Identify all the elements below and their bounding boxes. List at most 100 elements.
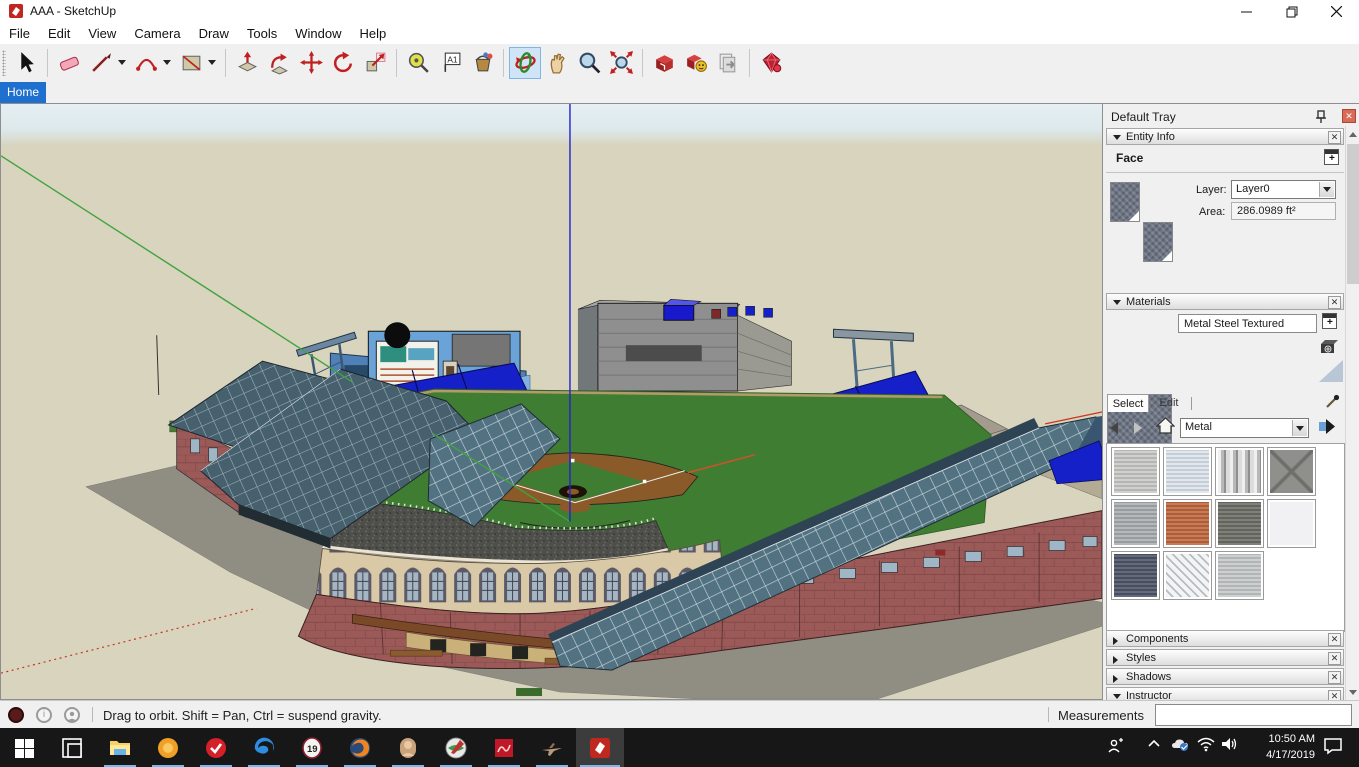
wifi-icon[interactable] — [1196, 736, 1216, 752]
extension-warehouse-button[interactable] — [755, 47, 787, 79]
line-dropdown-caret[interactable] — [118, 60, 126, 65]
rectangle-dropdown-caret[interactable] — [208, 60, 216, 65]
tape-measure-tool-button[interactable] — [402, 47, 434, 79]
taskbar-clock[interactable]: 10:50 AM 4/17/2019 — [1243, 731, 1315, 763]
line-tool-button[interactable] — [85, 47, 117, 79]
pan-tool-button[interactable] — [541, 47, 573, 79]
tray-chevron-icon[interactable] — [1146, 736, 1162, 752]
forward-arrow-icon[interactable] — [1134, 422, 1142, 434]
taskbar-app-globe-paint[interactable] — [432, 728, 480, 767]
layer-dropdown[interactable]: Layer0 — [1231, 180, 1336, 199]
collection-dropdown-arrow[interactable] — [1292, 420, 1307, 436]
task-view-button[interactable] — [48, 728, 96, 767]
scale-tool-button[interactable] — [359, 47, 391, 79]
send-to-layout-button[interactable] — [712, 47, 744, 79]
tab-edit[interactable]: Edit — [1151, 394, 1187, 412]
entity-info-close-button[interactable]: ✕ — [1328, 131, 1341, 144]
material-swatch[interactable] — [1215, 499, 1264, 548]
minimize-button[interactable] — [1224, 0, 1269, 23]
details-toggle-icon[interactable] — [1324, 149, 1339, 165]
styles-header[interactable]: Styles ✕ — [1106, 649, 1344, 666]
arc-dropdown-caret[interactable] — [163, 60, 171, 65]
materials-header[interactable]: Materials ✕ — [1106, 293, 1344, 310]
back-face-material-swatch[interactable] — [1143, 222, 1173, 262]
back-arrow-icon[interactable] — [1110, 422, 1118, 434]
start-button[interactable] — [0, 728, 48, 767]
menu-edit[interactable]: Edit — [39, 24, 79, 43]
arc-tool-button[interactable] — [130, 47, 162, 79]
rectangle-tool-button[interactable] — [175, 47, 207, 79]
toolbar-grip[interactable] — [2, 50, 6, 76]
front-face-material-swatch[interactable] — [1110, 182, 1140, 222]
orbit-tool-button[interactable] — [509, 47, 541, 79]
collection-dropdown[interactable]: Metal — [1180, 418, 1309, 438]
material-swatch[interactable] — [1111, 499, 1160, 548]
eraser-tool-button[interactable] — [53, 47, 85, 79]
menu-camera[interactable]: Camera — [125, 24, 189, 43]
create-material-icon[interactable] — [1322, 313, 1337, 329]
menu-tools[interactable]: Tools — [238, 24, 286, 43]
menu-help[interactable]: Help — [351, 24, 396, 43]
account-icon[interactable] — [64, 707, 80, 723]
taskbar-file-explorer[interactable] — [96, 728, 144, 767]
components-close-button[interactable]: ✕ — [1328, 633, 1341, 646]
details-arrow-icon[interactable] — [1318, 417, 1338, 437]
measurements-input[interactable] — [1155, 704, 1352, 726]
layer-dropdown-arrow[interactable] — [1319, 182, 1334, 197]
menu-draw[interactable]: Draw — [190, 24, 238, 43]
material-swatch[interactable] — [1163, 499, 1212, 548]
pin-icon[interactable] — [1315, 110, 1327, 124]
entity-info-header[interactable]: Entity Info ✕ — [1106, 128, 1344, 145]
material-swatch[interactable] — [1111, 447, 1160, 496]
taskbar-edge[interactable] — [240, 728, 288, 767]
rotate-tool-button[interactable] — [327, 47, 359, 79]
tray-close-button[interactable]: ✕ — [1342, 109, 1356, 123]
zoom-extents-tool-button[interactable] — [605, 47, 637, 79]
material-swatch[interactable] — [1215, 551, 1264, 600]
scroll-up-button[interactable] — [1346, 126, 1359, 142]
3d-warehouse-button[interactable] — [648, 47, 680, 79]
taskbar-app-portrait[interactable] — [384, 728, 432, 767]
modeling-viewport[interactable] — [0, 103, 1103, 700]
secondary-pane-icon[interactable] — [1319, 337, 1339, 357]
material-swatch[interactable] — [1163, 447, 1212, 496]
taskbar-app-orange[interactable] — [144, 728, 192, 767]
material-swatch[interactable] — [1267, 499, 1316, 548]
restore-button[interactable] — [1269, 0, 1314, 23]
help-icon[interactable]: i — [36, 707, 52, 723]
tray-scrollbar[interactable] — [1345, 126, 1359, 700]
follow-me-tool-button[interactable] — [263, 47, 295, 79]
components-header[interactable]: Components ✕ — [1106, 630, 1344, 647]
material-swatch[interactable] — [1267, 447, 1316, 496]
share-model-button[interactable] — [680, 47, 712, 79]
menu-window[interactable]: Window — [286, 24, 350, 43]
zoom-tool-button[interactable] — [573, 47, 605, 79]
materials-close-button[interactable]: ✕ — [1328, 296, 1341, 309]
people-tray-icon[interactable] — [1106, 736, 1126, 756]
taskbar-sketchup[interactable] — [576, 728, 624, 767]
taskbar-app-red-square[interactable] — [480, 728, 528, 767]
onedrive-icon[interactable] — [1170, 736, 1192, 752]
material-swatch[interactable] — [1163, 551, 1212, 600]
scroll-down-button[interactable] — [1346, 684, 1359, 700]
material-swatch[interactable] — [1111, 551, 1160, 600]
push-pull-tool-button[interactable] — [231, 47, 263, 79]
taskbar-app-checkmark[interactable] — [192, 728, 240, 767]
sample-paint-eyedropper-icon[interactable] — [1325, 393, 1340, 410]
shadows-close-button[interactable]: ✕ — [1328, 671, 1341, 684]
taskbar-firefox[interactable] — [336, 728, 384, 767]
close-button[interactable] — [1314, 0, 1359, 23]
paint-bucket-tool-button[interactable] — [466, 47, 498, 79]
text-tool-button[interactable]: A1 — [434, 47, 466, 79]
menu-file[interactable]: File — [0, 24, 39, 43]
taskbar-app-airplane[interactable] — [528, 728, 576, 767]
tab-home[interactable]: Home — [0, 82, 46, 103]
geolocation-icon[interactable] — [8, 707, 24, 723]
taskbar-app-calendar19[interactable]: 19 — [288, 728, 336, 767]
material-name-field[interactable]: Metal Steel Textured — [1178, 314, 1317, 333]
styles-close-button[interactable]: ✕ — [1328, 652, 1341, 665]
select-tool-button[interactable] — [10, 47, 42, 79]
scrollbar-thumb[interactable] — [1347, 144, 1359, 284]
tab-select[interactable]: Select — [1107, 394, 1149, 412]
material-swatch[interactable] — [1215, 447, 1264, 496]
